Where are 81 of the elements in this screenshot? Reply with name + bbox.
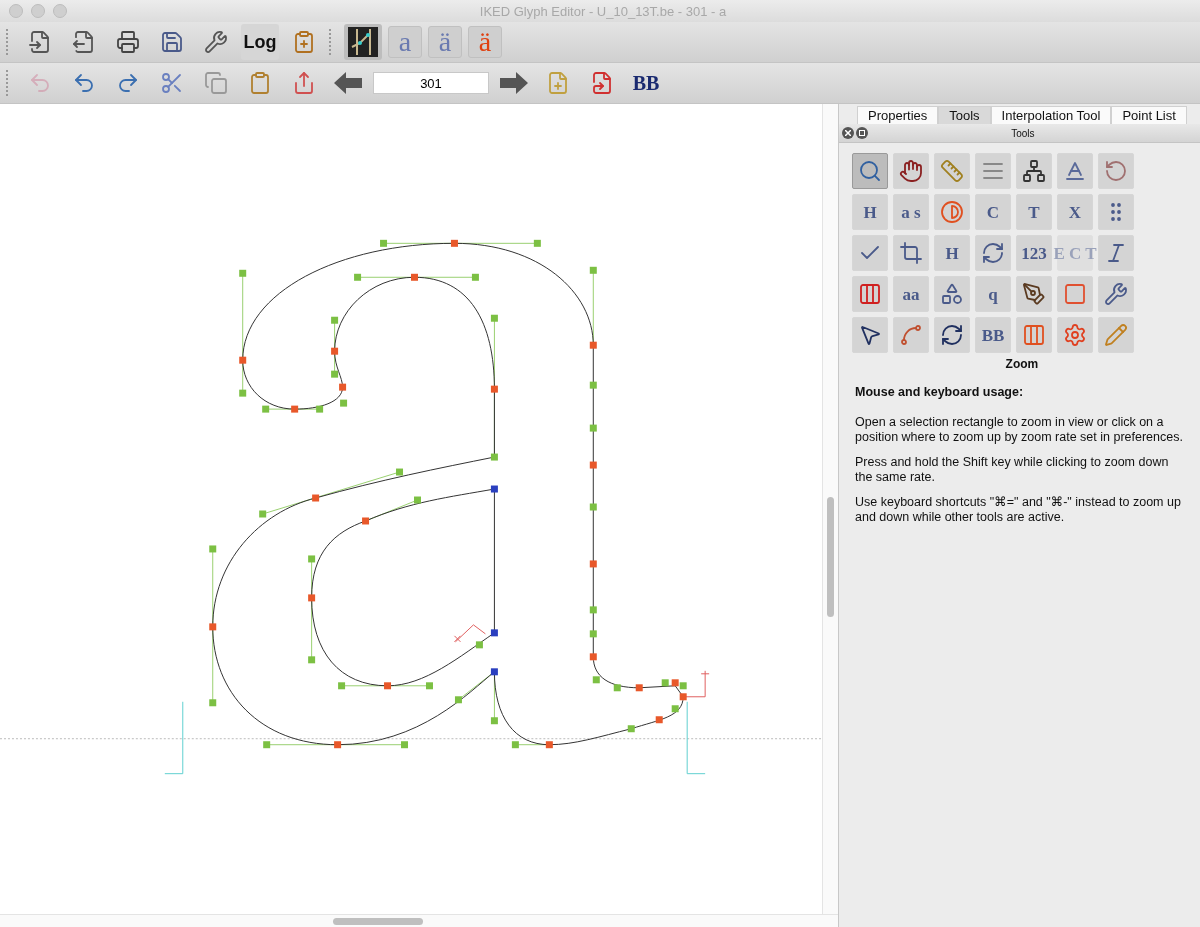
letter-outline-icon (1063, 159, 1087, 183)
half-circles-icon (940, 200, 964, 224)
redo-icon (116, 71, 140, 95)
tool-button[interactable] (1098, 276, 1134, 312)
clipboard-icon (248, 71, 272, 95)
panel-tab[interactable]: Properties (857, 106, 939, 124)
left-arrow-icon (334, 72, 362, 94)
tool-button[interactable]: BB (975, 317, 1011, 353)
tool-button[interactable] (893, 235, 929, 271)
undo-icon (28, 71, 52, 95)
network-icon (1022, 159, 1046, 183)
log-button[interactable]: Log (241, 24, 279, 60)
panel-tab[interactable]: Tools (938, 106, 991, 124)
glyph-preview-button[interactable]: a (388, 26, 422, 58)
panel-tab[interactable]: Point List (1111, 106, 1187, 124)
wrench-icon (204, 30, 228, 54)
pencil-icon (1104, 323, 1128, 347)
gear-icon (1063, 323, 1087, 347)
dock-title: Tools (1010, 127, 1036, 139)
tool-button[interactable] (893, 153, 929, 189)
tool-button[interactable] (934, 317, 970, 353)
undo-icon (72, 71, 96, 95)
save-icon (160, 30, 184, 54)
rotate-icon (1104, 159, 1128, 183)
window-title: IKED Glyph Editor - U_10_13T.be - 301 - a (478, 3, 728, 19)
tool-button[interactable]: 123 (1016, 235, 1052, 271)
close-button[interactable] (842, 127, 854, 139)
glyph-preview-button[interactable]: ä (468, 26, 502, 58)
printer-icon (116, 30, 140, 54)
tool-button[interactable]: aa (893, 276, 929, 312)
float-window-icon (859, 130, 865, 136)
tool-button[interactable]: H (934, 235, 970, 271)
shapes-icon (940, 282, 964, 306)
curve-icon (899, 323, 923, 347)
tool-button[interactable] (852, 317, 888, 353)
help-paragraph: Use keyboard shortcuts "⌘=" and "⌘-" instead to zoom up and down while other tools are active. (855, 495, 1182, 525)
tool-button[interactable] (1016, 153, 1052, 189)
tools-icon (1104, 282, 1128, 306)
close-icon (845, 130, 851, 136)
scrollbar-thumb[interactable] (333, 917, 423, 925)
float-button[interactable] (856, 127, 868, 139)
help-title: Mouse and keyboard usage: (855, 385, 1025, 399)
toolbar-button[interactable]: BB (627, 65, 665, 101)
search-icon (858, 159, 882, 183)
refresh-icon (940, 323, 964, 347)
tool-button[interactable]: H (852, 194, 888, 230)
pointer-icon (858, 323, 882, 347)
square-icon (1063, 282, 1087, 306)
node-tool-icon (348, 27, 378, 57)
circle-arrow-icon (981, 241, 1005, 265)
right-arrow-icon (500, 72, 528, 94)
help-paragraph: Press and hold the Shift key while clicking to zoom down the same rate. (855, 455, 1170, 485)
scissors-icon (160, 71, 184, 95)
columns-icon (858, 282, 882, 306)
tool-button[interactable] (1016, 276, 1052, 312)
ruler-icon (940, 159, 964, 183)
clipboard-plus-icon (292, 30, 316, 54)
pen-nib-icon (1022, 282, 1046, 306)
panel-tab[interactable]: Interpolation Tool (990, 106, 1112, 124)
tool-button[interactable] (975, 235, 1011, 271)
document-arrow-icon (590, 71, 614, 95)
tool-button[interactable]: C (975, 194, 1011, 230)
tool-button[interactable]: T (1016, 194, 1052, 230)
tool-button[interactable]: X (1057, 194, 1093, 230)
tool-button[interactable] (934, 276, 970, 312)
tool-name: Zoom (1004, 356, 1040, 371)
columns-icon (1022, 323, 1046, 347)
tool-button[interactable]: q (975, 276, 1011, 312)
scrollbar-thumb[interactable] (827, 497, 834, 617)
glyph-number-field[interactable]: 301 (373, 72, 489, 94)
glyph-preview-button[interactable]: ä (428, 26, 462, 58)
copy-icon (204, 71, 228, 95)
file-import-icon (28, 30, 52, 54)
hand-icon (899, 159, 923, 183)
toolbar-button[interactable] (344, 24, 382, 60)
tool-button[interactable] (1098, 235, 1134, 271)
tool-button[interactable] (852, 276, 888, 312)
new-document-icon (546, 71, 570, 95)
file-export-icon (72, 30, 96, 54)
help-paragraph: Open a selection rectangle to zoom in view or click on a position where to zoom up by zoom rate set in preferences. (855, 415, 1184, 445)
tool-button[interactable]: a s (893, 194, 929, 230)
